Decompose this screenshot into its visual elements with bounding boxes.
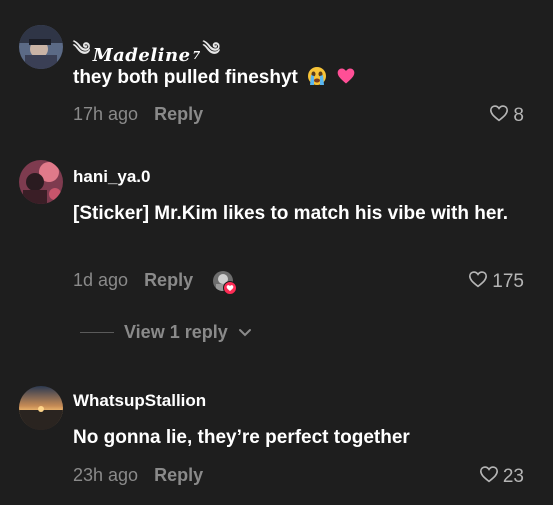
like-count: 8 (513, 105, 524, 126)
like-button[interactable]: 23 (479, 465, 524, 489)
view-replies-label: View 1 reply (124, 322, 228, 342)
comment-text: No gonna lie, they’re perfect together (73, 427, 410, 448)
comment-text: [Sticker] Mr.Kim likes to match his vibe… (73, 203, 509, 224)
comment-timestamp: 1d ago (73, 270, 129, 290)
reply-button[interactable]: Reply (154, 465, 203, 486)
avatar[interactable] (19, 25, 63, 69)
like-count: 175 (492, 271, 524, 292)
view-replies-button[interactable]: View 1 reply (80, 322, 252, 343)
heart-outline-icon (468, 270, 488, 294)
comment-text: they both pulled fineshyt (73, 63, 513, 95)
reply-button[interactable]: Reply (144, 270, 193, 291)
comment-username[interactable]: hani_ya.0 (73, 167, 151, 187)
divider (80, 332, 114, 333)
crying-face-icon (307, 66, 327, 95)
comment-meta: 1d ago Reply (73, 270, 238, 295)
like-button[interactable]: 175 (468, 270, 524, 294)
comment-username[interactable]: WhatsupStallion (73, 391, 206, 411)
username-suffix: 7 (192, 48, 201, 62)
pink-heart-icon (336, 66, 356, 95)
avatar[interactable] (19, 160, 63, 204)
avatar[interactable] (19, 386, 63, 430)
reply-button[interactable]: Reply (154, 104, 203, 125)
comment-timestamp: 23h ago (73, 465, 139, 485)
comment-meta: 23h ago Reply (73, 465, 203, 486)
comment-meta: 17h ago Reply (73, 104, 203, 125)
comment-text-body: they both pulled fineshyt (73, 67, 298, 88)
heart-outline-icon (479, 465, 499, 489)
like-button[interactable]: 8 (489, 104, 524, 128)
creator-liked-icon (213, 270, 238, 295)
comment-timestamp: 17h ago (73, 104, 139, 124)
chevron-down-icon (238, 322, 252, 343)
like-count: 23 (502, 466, 524, 487)
heart-badge-icon (223, 280, 238, 295)
heart-outline-icon (489, 104, 509, 128)
